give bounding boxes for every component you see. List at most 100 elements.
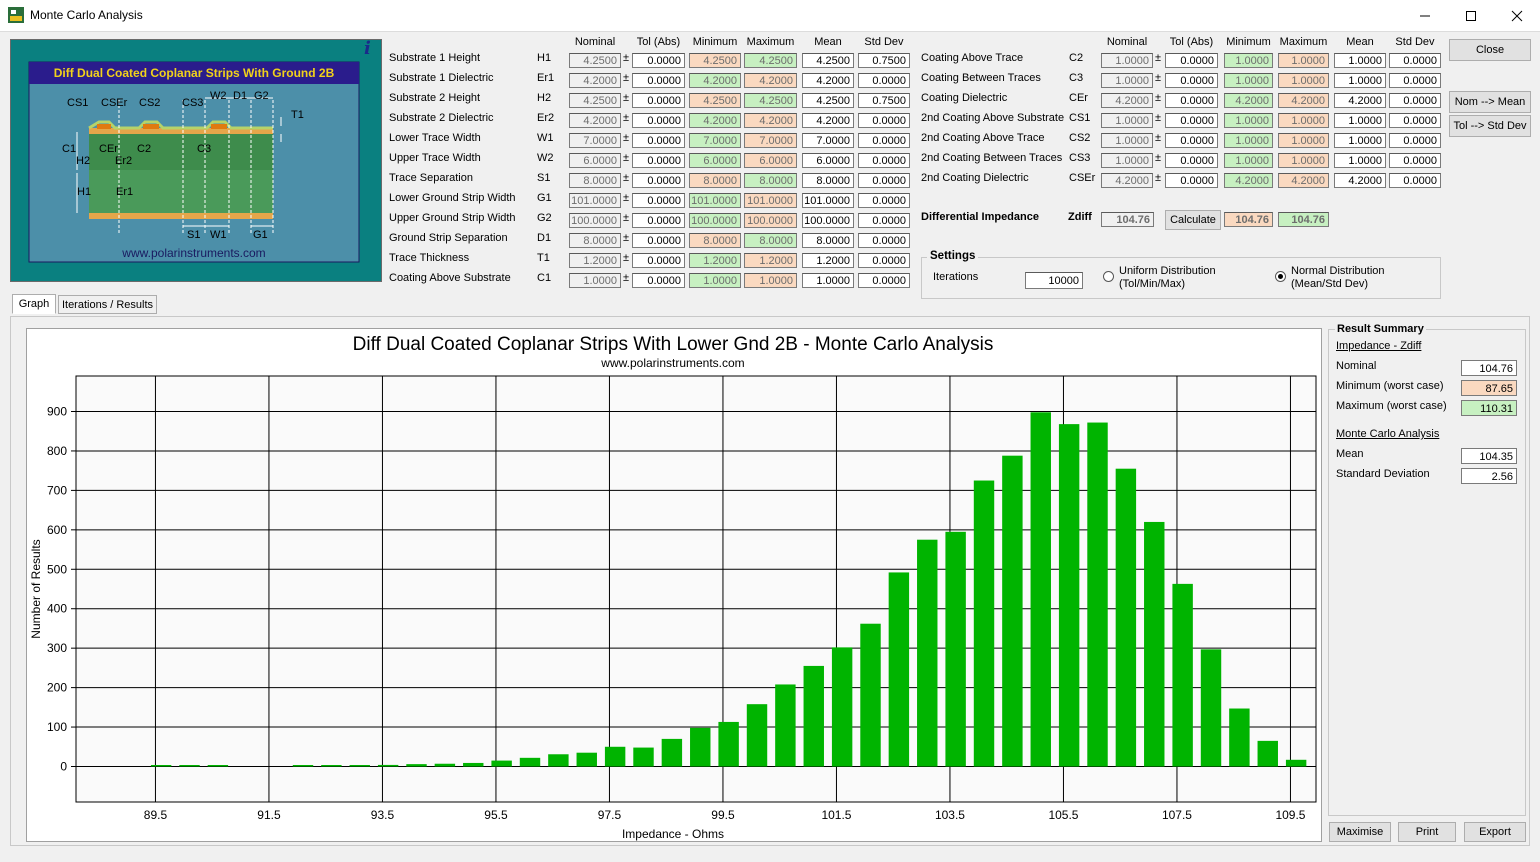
nominal-c1-input[interactable]: 1.0000 [569, 273, 621, 288]
std-cser-input[interactable]: 0.0000 [1389, 173, 1441, 188]
std-er2-input[interactable]: 0.0000 [858, 113, 910, 128]
std-d1-input[interactable]: 0.0000 [858, 233, 910, 248]
min-cs3-input[interactable]: 1.0000 [1224, 153, 1273, 168]
min-w1-input[interactable]: 7.0000 [689, 133, 741, 148]
max-d1-input[interactable]: 8.0000 [744, 233, 797, 248]
tab-graph[interactable]: Graph [12, 294, 56, 314]
min-cser-input[interactable]: 4.2000 [1224, 173, 1273, 188]
min-cer-input[interactable]: 4.2000 [1224, 93, 1273, 108]
min-cs1-input[interactable]: 1.0000 [1224, 113, 1273, 128]
min-h1-input[interactable]: 4.2500 [689, 53, 741, 68]
std-c2-input[interactable]: 0.0000 [1389, 53, 1441, 68]
iterations-input[interactable]: 10000 [1025, 272, 1083, 289]
mean-c3-input[interactable]: 1.0000 [1334, 73, 1386, 88]
min-s1-input[interactable]: 8.0000 [689, 173, 741, 188]
std-h1-input[interactable]: 0.7500 [858, 53, 910, 68]
nominal-s1-input[interactable]: 8.0000 [569, 173, 621, 188]
min-er2-input[interactable]: 4.2000 [689, 113, 741, 128]
std-g1-input[interactable]: 0.0000 [858, 193, 910, 208]
uniform-distribution-radio[interactable] [1103, 271, 1114, 282]
tol-g1-input[interactable]: 0.0000 [632, 193, 685, 208]
mean-er2-input[interactable]: 4.2000 [802, 113, 854, 128]
tol-er1-input[interactable]: 0.0000 [632, 73, 685, 88]
calculate-button[interactable]: Calculate [1165, 210, 1221, 230]
max-g2-input[interactable]: 100.0000 [744, 213, 797, 228]
std-c3-input[interactable]: 0.0000 [1389, 73, 1441, 88]
maximise-button[interactable]: Maximise [1329, 822, 1391, 842]
mean-t1-input[interactable]: 1.2000 [802, 253, 854, 268]
tol-g2-input[interactable]: 0.0000 [632, 213, 685, 228]
mean-w1-input[interactable]: 7.0000 [802, 133, 854, 148]
nominal-er1-input[interactable]: 4.2000 [569, 73, 621, 88]
tol-cser-input[interactable]: 0.0000 [1165, 173, 1218, 188]
max-cer-input[interactable]: 4.2000 [1278, 93, 1329, 108]
mean-er1-input[interactable]: 4.2000 [802, 73, 854, 88]
std-t1-input[interactable]: 0.0000 [858, 253, 910, 268]
tol-cer-input[interactable]: 0.0000 [1165, 93, 1218, 108]
std-h2-input[interactable]: 0.7500 [858, 93, 910, 108]
nominal-d1-input[interactable]: 8.0000 [569, 233, 621, 248]
std-cs3-input[interactable]: 0.0000 [1389, 153, 1441, 168]
std-s1-input[interactable]: 0.0000 [858, 173, 910, 188]
max-c1-input[interactable]: 1.0000 [744, 273, 797, 288]
min-w2-input[interactable]: 6.0000 [689, 153, 741, 168]
std-c1-input[interactable]: 0.0000 [858, 273, 910, 288]
min-c1-input[interactable]: 1.0000 [689, 273, 741, 288]
normal-distribution-radio[interactable] [1275, 271, 1286, 282]
tol-s1-input[interactable]: 0.0000 [632, 173, 685, 188]
max-cser-input[interactable]: 4.2000 [1278, 173, 1329, 188]
mean-cser-input[interactable]: 4.2000 [1334, 173, 1386, 188]
std-cs2-input[interactable]: 0.0000 [1389, 133, 1441, 148]
tol-to-stddev-button[interactable]: Tol --> Std Dev [1449, 115, 1531, 137]
min-g2-input[interactable]: 100.0000 [689, 213, 741, 228]
mean-cer-input[interactable]: 4.2000 [1334, 93, 1386, 108]
tol-c3-input[interactable]: 0.0000 [1165, 73, 1218, 88]
std-er1-input[interactable]: 0.0000 [858, 73, 910, 88]
max-s1-input[interactable]: 8.0000 [744, 173, 797, 188]
max-c2-input[interactable]: 1.0000 [1278, 53, 1329, 68]
max-cs1-input[interactable]: 1.0000 [1278, 113, 1329, 128]
min-g1-input[interactable]: 101.0000 [689, 193, 741, 208]
nominal-cs1-input[interactable]: 1.0000 [1101, 113, 1153, 128]
mean-cs1-input[interactable]: 1.0000 [1334, 113, 1386, 128]
tol-cs2-input[interactable]: 0.0000 [1165, 133, 1218, 148]
nominal-cs2-input[interactable]: 1.0000 [1101, 133, 1153, 148]
nom-to-mean-button[interactable]: Nom --> Mean [1449, 91, 1531, 113]
mean-cs3-input[interactable]: 1.0000 [1334, 153, 1386, 168]
nominal-w1-input[interactable]: 7.0000 [569, 133, 621, 148]
mean-cs2-input[interactable]: 1.0000 [1334, 133, 1386, 148]
nominal-cser-input[interactable]: 4.2000 [1101, 173, 1153, 188]
max-er1-input[interactable]: 4.2000 [744, 73, 797, 88]
tab-iterations-results[interactable]: Iterations / Results [58, 295, 157, 314]
close-button[interactable]: Close [1449, 39, 1531, 61]
tol-er2-input[interactable]: 0.0000 [632, 113, 685, 128]
max-cs2-input[interactable]: 1.0000 [1278, 133, 1329, 148]
max-c3-input[interactable]: 1.0000 [1278, 73, 1329, 88]
min-t1-input[interactable]: 1.2000 [689, 253, 741, 268]
print-button[interactable]: Print [1398, 822, 1456, 842]
max-er2-input[interactable]: 4.2000 [744, 113, 797, 128]
nominal-g1-input[interactable]: 101.0000 [569, 193, 621, 208]
std-w2-input[interactable]: 0.0000 [858, 153, 910, 168]
std-w1-input[interactable]: 0.0000 [858, 133, 910, 148]
nominal-cer-input[interactable]: 4.2000 [1101, 93, 1153, 108]
min-d1-input[interactable]: 8.0000 [689, 233, 741, 248]
mean-s1-input[interactable]: 8.0000 [802, 173, 854, 188]
tol-c2-input[interactable]: 0.0000 [1165, 53, 1218, 68]
min-h2-input[interactable]: 4.2500 [689, 93, 741, 108]
min-c2-input[interactable]: 1.0000 [1224, 53, 1273, 68]
mean-c2-input[interactable]: 1.0000 [1334, 53, 1386, 68]
tol-t1-input[interactable]: 0.0000 [632, 253, 685, 268]
nominal-w2-input[interactable]: 6.0000 [569, 153, 621, 168]
nominal-g2-input[interactable]: 100.0000 [569, 213, 621, 228]
nominal-h2-input[interactable]: 4.2500 [569, 93, 621, 108]
mean-d1-input[interactable]: 8.0000 [802, 233, 854, 248]
nominal-er2-input[interactable]: 4.2000 [569, 113, 621, 128]
max-w2-input[interactable]: 6.0000 [744, 153, 797, 168]
mean-g2-input[interactable]: 100.0000 [802, 213, 854, 228]
nominal-c2-input[interactable]: 1.0000 [1101, 53, 1153, 68]
max-g1-input[interactable]: 101.0000 [744, 193, 797, 208]
min-er1-input[interactable]: 4.2000 [689, 73, 741, 88]
nominal-h1-input[interactable]: 4.2500 [569, 53, 621, 68]
min-c3-input[interactable]: 1.0000 [1224, 73, 1273, 88]
